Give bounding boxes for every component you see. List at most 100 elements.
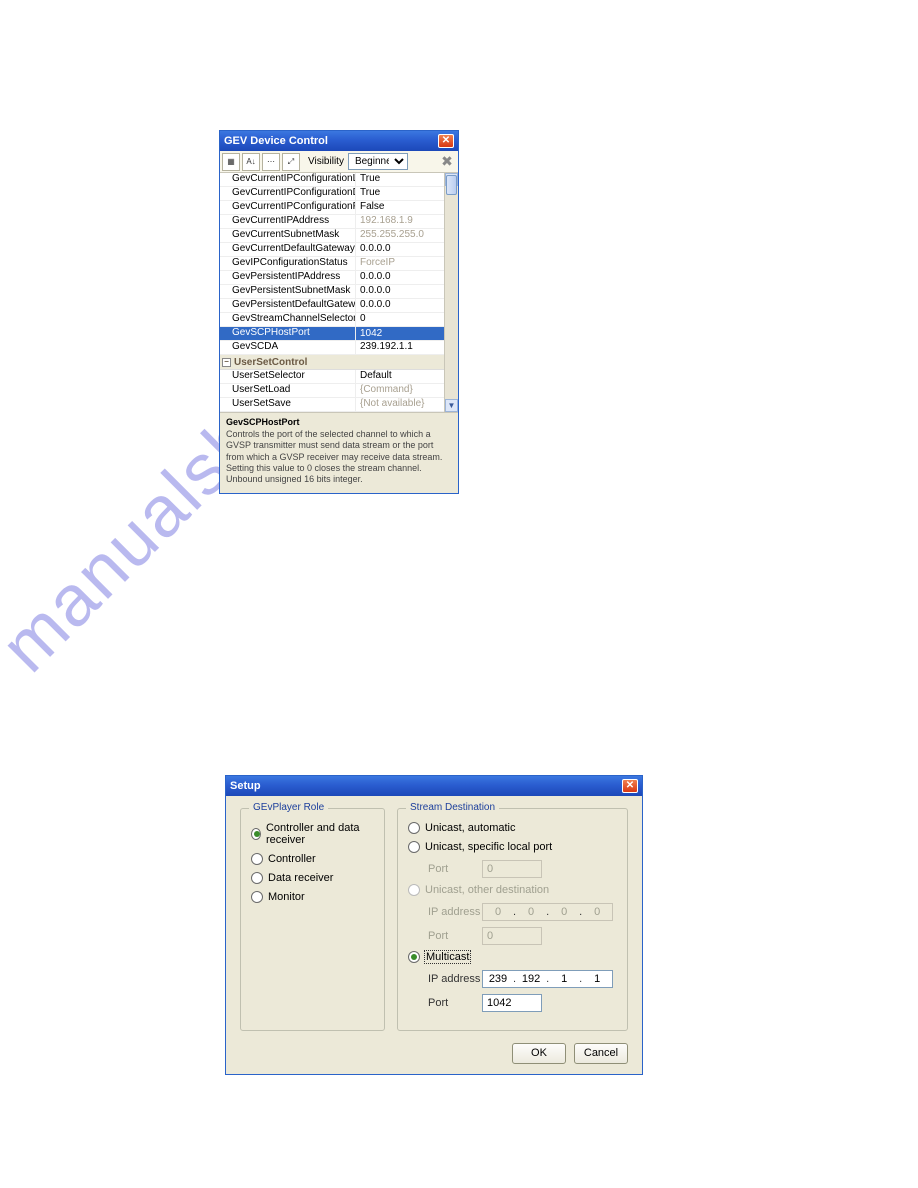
property-name: GevIPConfigurationStatus <box>220 257 356 270</box>
close-button[interactable]: ✕ <box>438 134 454 148</box>
property-value: 0.0.0.0 <box>356 271 458 284</box>
port-label: Port <box>428 863 482 875</box>
property-value: 239.192.1.1 <box>356 341 458 354</box>
scrollbar-thumb[interactable] <box>446 175 457 195</box>
radio-icon[interactable] <box>251 853 263 865</box>
radio-unicast-other[interactable]: Unicast, other destination <box>408 884 617 896</box>
close-icon: ✕ <box>442 136 450 146</box>
property-name: GevCurrentIPConfigurationPersistentIP <box>220 201 356 214</box>
visibility-label: Visibility <box>308 156 344 167</box>
ip-input[interactable]: 239. 192. 1. 1 <box>482 970 613 988</box>
radio-label: Data receiver <box>268 872 333 884</box>
gev-device-control-window: GEV Device Control ✕ ▦ A↓ ⋯ ⤢ Visibility… <box>219 130 459 494</box>
ip-input[interactable]: 0. 0. 0. 0 <box>482 903 613 921</box>
property-value: True <box>356 173 458 186</box>
dialog-button-row: OK Cancel <box>240 1043 628 1064</box>
radio-label: Unicast, other destination <box>425 884 549 896</box>
property-name: UserSetLoad <box>220 384 356 397</box>
ok-button[interactable]: OK <box>512 1043 566 1064</box>
port-input[interactable] <box>482 994 542 1012</box>
radio-label: Monitor <box>268 891 305 903</box>
property-row[interactable]: UserSetLoad{Command} <box>220 384 458 398</box>
property-row[interactable]: GevIPConfigurationStatusForceIP <box>220 257 458 271</box>
property-value: 255.255.255.0 <box>356 229 458 242</box>
property-value: Default <box>356 370 458 383</box>
property-name: GevCurrentIPConfigurationDHCP <box>220 187 356 200</box>
property-value: {Command} <box>356 384 458 397</box>
radio-label: Unicast, specific local port <box>425 841 552 853</box>
property-value: 192.168.1.9 <box>356 215 458 228</box>
property-row[interactable]: GevSCDA239.192.1.1 <box>220 341 458 355</box>
property-value[interactable]: 1042▲▼ <box>356 327 458 340</box>
property-row[interactable]: GevStreamChannelSelector0 <box>220 313 458 327</box>
property-value: {Not available} <box>356 398 458 411</box>
multicast-port-field: Port <box>428 994 617 1012</box>
property-value: 0.0.0.0 <box>356 243 458 256</box>
property-name: GevCurrentIPAddress <box>220 215 356 228</box>
property-value: 0.0.0.0 <box>356 299 458 312</box>
pin-icon[interactable]: ✖ <box>438 153 456 171</box>
property-row[interactable]: GevCurrentIPAddress192.168.1.9 <box>220 215 458 229</box>
port-label: Port <box>428 997 482 1009</box>
port-input[interactable] <box>482 860 542 878</box>
categorize-icon[interactable]: ▦ <box>222 153 240 171</box>
radio-option[interactable]: Data receiver <box>251 872 374 884</box>
property-name: GevPersistentSubnetMask <box>220 285 356 298</box>
property-row[interactable]: GevCurrentIPConfigurationPersistentIPFal… <box>220 201 458 215</box>
property-value: False <box>356 201 458 214</box>
cancel-button[interactable]: Cancel <box>574 1043 628 1064</box>
property-row[interactable]: UserSetSelectorDefault <box>220 370 458 384</box>
multicast-ip-field: IP address 239. 192. 1. 1 <box>428 970 617 988</box>
close-button[interactable]: ✕ <box>622 779 638 793</box>
window-title: GEV Device Control <box>224 135 438 147</box>
scroll-down-icon[interactable]: ▼ <box>445 399 458 412</box>
property-name: GevSCDA <box>220 341 356 354</box>
category-row[interactable]: − UserSetControl <box>220 355 458 370</box>
titlebar[interactable]: GEV Device Control ✕ <box>220 131 458 151</box>
property-row[interactable]: GevCurrentIPConfigurationDHCPTrue <box>220 187 458 201</box>
port-label: Port <box>428 930 482 942</box>
property-row[interactable]: UserSetSave{Not available} <box>220 398 458 412</box>
setup-dialog: Setup ✕ GEvPlayer Role Controller and da… <box>225 775 643 1075</box>
titlebar[interactable]: Setup ✕ <box>226 776 642 796</box>
property-name: GevCurrentDefaultGateway <box>220 243 356 256</box>
radio-multicast[interactable]: Multicast <box>408 951 617 963</box>
vertical-scrollbar[interactable]: ▲ ▼ <box>444 173 458 412</box>
description-body: Controls the port of the selected channe… <box>226 429 452 485</box>
property-name: GevCurrentSubnetMask <box>220 229 356 242</box>
property-name: GevPersistentIPAddress <box>220 271 356 284</box>
radio-option[interactable]: Monitor <box>251 891 374 903</box>
expand-icon[interactable]: ⤢ <box>282 153 300 171</box>
property-row[interactable]: GevPersistentDefaultGateway0.0.0.0 <box>220 299 458 313</box>
property-row[interactable]: GevPersistentIPAddress0.0.0.0 <box>220 271 458 285</box>
property-row[interactable]: GevPersistentSubnetMask0.0.0.0 <box>220 285 458 299</box>
window-title: Setup <box>230 780 622 792</box>
port-input[interactable] <box>482 927 542 945</box>
filter-icon[interactable]: ⋯ <box>262 153 280 171</box>
radio-icon[interactable] <box>251 828 261 840</box>
radio-option[interactable]: Controller <box>251 853 374 865</box>
radio-icon[interactable] <box>408 841 420 853</box>
property-value: True <box>356 187 458 200</box>
sort-icon[interactable]: A↓ <box>242 153 260 171</box>
visibility-select[interactable]: Beginner <box>348 153 408 170</box>
unicast-other-port-field: Port <box>428 927 617 945</box>
property-name: UserSetSave <box>220 398 356 411</box>
radio-option[interactable]: Controller and data receiver <box>251 822 374 846</box>
radio-icon[interactable] <box>408 951 420 963</box>
property-row[interactable]: GevSCPHostPort1042▲▼ <box>220 327 458 341</box>
radio-icon[interactable] <box>408 822 420 834</box>
property-name: GevPersistentDefaultGateway <box>220 299 356 312</box>
ip-label: IP address <box>428 906 482 918</box>
radio-unicast-automatic[interactable]: Unicast, automatic <box>408 822 617 834</box>
radio-icon[interactable] <box>251 891 263 903</box>
property-row[interactable]: GevCurrentIPConfigurationLLATrue <box>220 173 458 187</box>
property-row[interactable]: GevCurrentDefaultGateway0.0.0.0 <box>220 243 458 257</box>
property-row[interactable]: GevCurrentSubnetMask255.255.255.0 <box>220 229 458 243</box>
gevplayer-role-group: GEvPlayer Role Controller and data recei… <box>240 808 385 1031</box>
collapse-icon[interactable]: − <box>222 358 231 367</box>
description-title: GevSCPHostPort <box>226 417 452 427</box>
radio-unicast-specific-port[interactable]: Unicast, specific local port <box>408 841 617 853</box>
radio-icon[interactable] <box>408 884 420 896</box>
radio-icon[interactable] <box>251 872 263 884</box>
